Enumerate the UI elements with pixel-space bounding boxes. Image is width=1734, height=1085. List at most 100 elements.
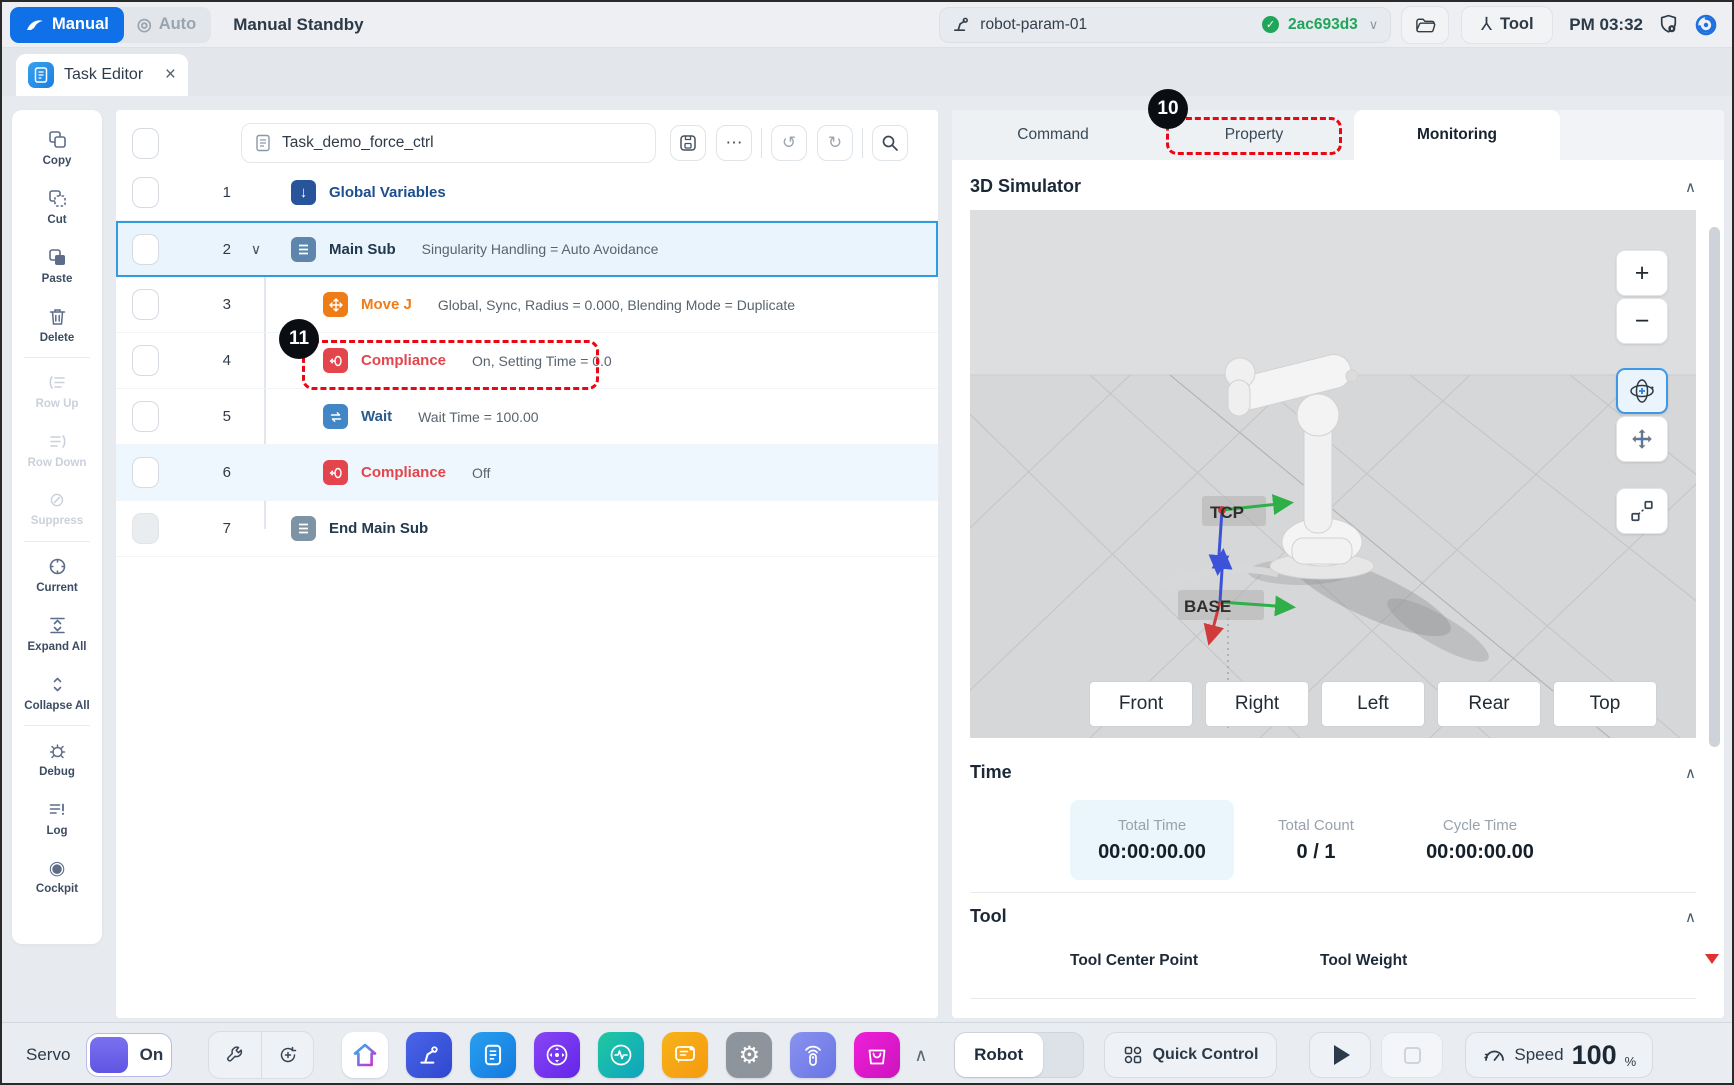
auto-label: Auto — [159, 15, 197, 34]
view-left-button[interactable]: Left — [1322, 682, 1424, 726]
undo-icon: ↺ — [782, 133, 796, 153]
task-app-icon[interactable] — [470, 1032, 516, 1078]
tray-collapse-icon[interactable]: ∧ — [914, 1045, 927, 1066]
row-label: Compliance — [361, 352, 446, 369]
task-row-end-main-sub[interactable]: 7 End Main Sub — [116, 501, 938, 557]
zoom-out-button[interactable]: − — [1616, 298, 1668, 344]
row-number: 4 — [179, 352, 231, 369]
row-checkbox[interactable] — [132, 457, 159, 488]
task-row-compliance-off[interactable]: 6 Compliance Off — [116, 445, 938, 501]
tab-monitoring[interactable]: Monitoring — [1354, 110, 1560, 160]
row-checkbox[interactable] — [132, 345, 159, 376]
power-swirl-icon[interactable] — [1694, 13, 1718, 37]
select-all-checkbox[interactable] — [132, 128, 159, 159]
robot-utility-group — [208, 1031, 314, 1079]
monitor-app-icon[interactable] — [598, 1032, 644, 1078]
expand-all-button[interactable]: Expand All — [12, 604, 102, 663]
current-button[interactable]: Current — [12, 545, 102, 604]
view-front-button[interactable]: Front — [1090, 682, 1192, 726]
row-checkbox[interactable] — [132, 177, 159, 208]
check-icon: ✓ — [1262, 16, 1279, 33]
row-checkbox[interactable] — [132, 401, 159, 432]
quick-control-icon — [1123, 1045, 1143, 1065]
robot-param-name: robot-param-01 — [980, 16, 1087, 34]
home-app-icon[interactable] — [342, 1032, 388, 1078]
row-checkbox[interactable] — [132, 289, 159, 320]
wrench-button[interactable] — [209, 1032, 261, 1078]
cut-button[interactable]: Cut — [12, 177, 102, 236]
delete-button[interactable]: Delete — [12, 295, 102, 354]
view-right-button[interactable]: Right — [1206, 682, 1308, 726]
suppress-button[interactable]: ⊘ Suppress — [12, 479, 102, 538]
rotate-view-button[interactable] — [1616, 368, 1668, 414]
jog-app-icon[interactable] — [534, 1032, 580, 1078]
collapse-all-button[interactable]: Collapse All — [12, 663, 102, 722]
row-down-button[interactable]: Row Down — [12, 420, 102, 479]
cockpit-button[interactable]: ◉ Cockpit — [12, 847, 102, 906]
debug-button[interactable]: Debug — [12, 729, 102, 788]
row-checkbox[interactable] — [132, 234, 159, 265]
update-pose-button[interactable] — [261, 1032, 314, 1078]
pan-icon — [1629, 426, 1655, 452]
log-app-icon[interactable] — [662, 1032, 708, 1078]
panel-scrollbar[interactable] — [1709, 227, 1720, 747]
main-sub-icon — [291, 237, 316, 262]
log-button[interactable]: Log — [12, 788, 102, 847]
tab-strip-filler — [1560, 110, 1724, 160]
zoom-in-button[interactable]: + — [1616, 250, 1668, 296]
collapse-section-icon[interactable]: ∧ — [1685, 908, 1696, 926]
annotation-badge-11: 11 — [279, 319, 319, 359]
more-options-button[interactable]: ⋯ — [716, 125, 752, 161]
row-up-icon — [47, 372, 68, 393]
measure-button[interactable] — [1616, 488, 1668, 534]
speed-button[interactable]: Speed 100 % — [1465, 1032, 1653, 1078]
task-name-field[interactable]: Task_demo_force_ctrl — [241, 123, 656, 163]
app-window: Manual ◎ Auto Manual Standby robot-param… — [0, 0, 1734, 1085]
collapse-section-icon[interactable]: ∧ — [1685, 178, 1696, 196]
open-file-button[interactable] — [1401, 6, 1449, 44]
time-section-header: Time ∧ — [970, 762, 1696, 783]
close-icon[interactable]: × — [165, 64, 176, 86]
pan-view-button[interactable] — [1616, 416, 1668, 462]
task-row-compliance-on[interactable]: 4 Compliance On, Setting Time = 0.0 — [116, 333, 938, 389]
robot-param-selector[interactable]: robot-param-01 ✓ 2ac693d3 ∨ — [939, 7, 1391, 43]
auto-mode-button[interactable]: ◎ Auto — [119, 7, 211, 43]
safety-shield-icon[interactable] — [1657, 13, 1680, 36]
robot-sim-toggle[interactable]: Robot — [954, 1032, 1084, 1078]
tab-command[interactable]: Command — [952, 110, 1154, 160]
tab-task-editor[interactable]: Task Editor × — [16, 54, 188, 96]
copy-button[interactable]: Copy — [12, 118, 102, 177]
remote-app-icon[interactable] — [790, 1032, 836, 1078]
task-row-wait[interactable]: 5 Wait Wait Time = 100.00 — [116, 389, 938, 445]
play-button[interactable] — [1309, 1032, 1371, 1078]
quick-control-button[interactable]: Quick Control — [1104, 1032, 1278, 1078]
task-row-move-j[interactable]: 3 Move J Global, Sync, Radius = 0.000, B… — [116, 277, 938, 333]
paste-button[interactable]: Paste — [12, 236, 102, 295]
stop-button[interactable] — [1381, 1032, 1443, 1078]
view-rear-button[interactable]: Rear — [1438, 682, 1540, 726]
wait-icon — [323, 404, 348, 429]
store-app-icon[interactable] — [854, 1032, 900, 1078]
view-top-button[interactable]: Top — [1554, 682, 1656, 726]
scroll-down-indicator[interactable] — [1705, 954, 1719, 964]
servo-toggle[interactable]: On — [86, 1033, 172, 1077]
robot-app-icon[interactable] — [406, 1032, 452, 1078]
collapse-section-icon[interactable]: ∧ — [1685, 764, 1696, 782]
3d-viewport[interactable]: TCP BASE + − — [970, 210, 1696, 738]
row-up-button[interactable]: Row Up — [12, 361, 102, 420]
copy-icon — [47, 129, 68, 150]
search-button[interactable] — [872, 125, 908, 161]
cycle-time-stat: Cycle Time 00:00:00.00 — [1398, 800, 1562, 880]
redo-button[interactable]: ↻ — [817, 125, 853, 161]
tool-button[interactable]: ⅄ Tool — [1461, 6, 1553, 44]
row-label: Main Sub — [329, 241, 396, 258]
task-row-global-variables[interactable]: 1 ↓ Global Variables — [116, 165, 938, 221]
task-editor-icon — [28, 62, 54, 88]
save-button[interactable] — [670, 125, 706, 161]
cockpit-icon: ◉ — [49, 859, 66, 878]
manual-mode-button[interactable]: Manual — [10, 7, 124, 43]
undo-button[interactable]: ↺ — [771, 125, 807, 161]
expand-chevron-icon[interactable]: ∨ — [245, 241, 267, 258]
settings-app-icon[interactable]: ⚙ — [726, 1032, 772, 1078]
task-row-main-sub[interactable]: 2 ∨ Main Sub Singularity Handling = Auto… — [116, 221, 938, 277]
